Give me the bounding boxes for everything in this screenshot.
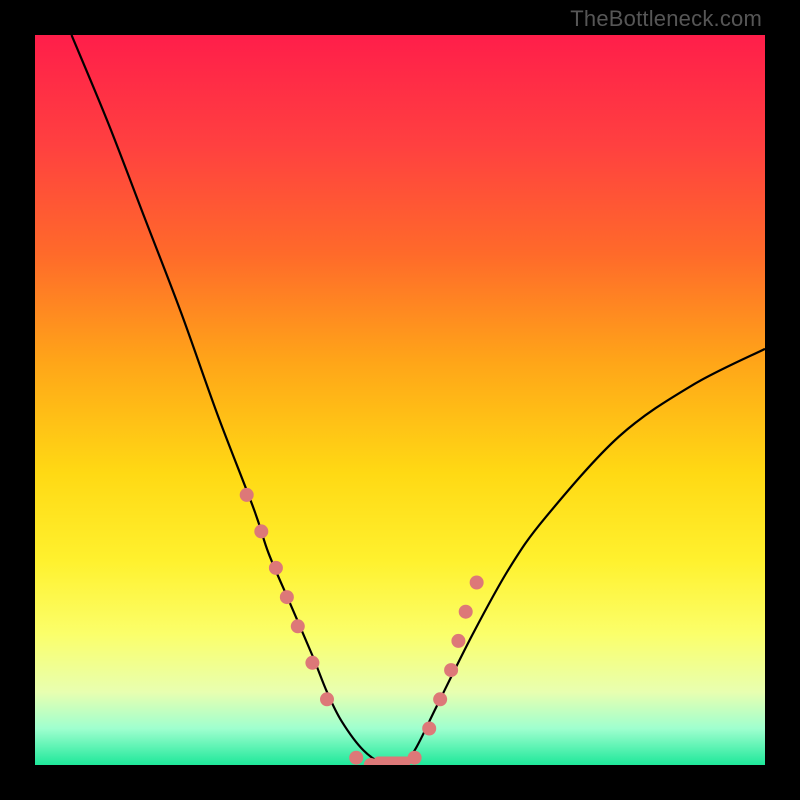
marker-point xyxy=(291,619,305,633)
marker-point xyxy=(422,722,436,736)
marker-point xyxy=(349,751,363,765)
marker-point xyxy=(470,576,484,590)
marker-point xyxy=(269,561,283,575)
marker-point xyxy=(280,590,294,604)
chart-container: TheBottleneck.com xyxy=(0,0,800,800)
watermark-text: TheBottleneck.com xyxy=(570,6,762,32)
marker-point xyxy=(444,663,458,677)
marker-point xyxy=(240,488,254,502)
marker-point xyxy=(320,692,334,706)
highlight-markers xyxy=(240,488,484,765)
marker-point xyxy=(459,605,473,619)
marker-point xyxy=(408,751,422,765)
marker-point xyxy=(305,656,319,670)
bottleneck-curve xyxy=(72,35,766,765)
marker-point xyxy=(254,524,268,538)
marker-point xyxy=(451,634,465,648)
marker-point xyxy=(433,692,447,706)
plot-area xyxy=(35,35,765,765)
curve-layer xyxy=(35,35,765,765)
